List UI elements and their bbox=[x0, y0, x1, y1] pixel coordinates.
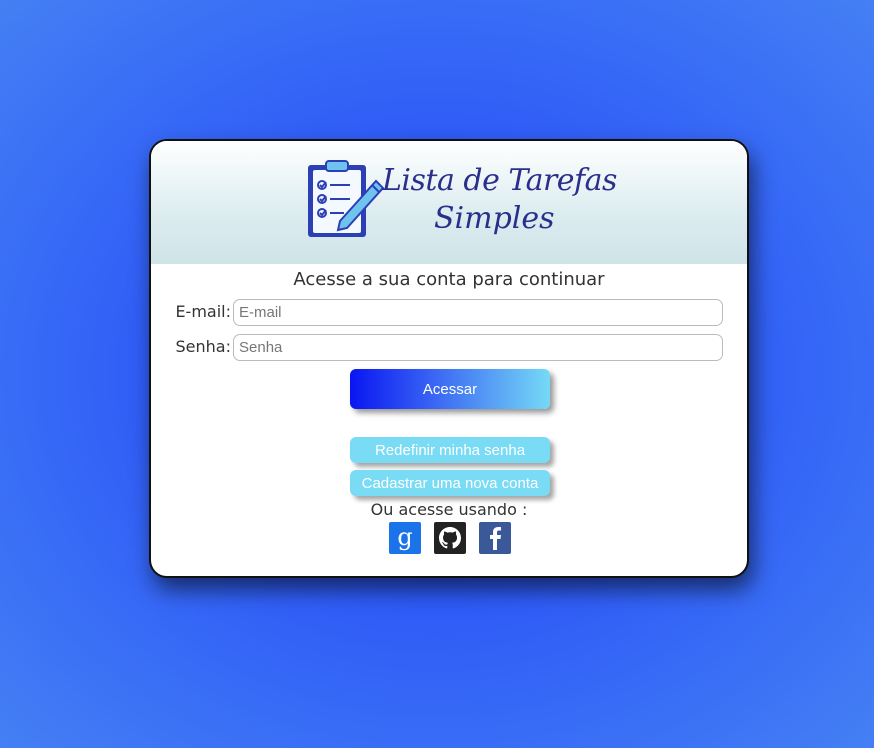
login-subtitle: Acesse a sua conta para continuar bbox=[293, 269, 605, 290]
google-icon: g bbox=[397, 525, 412, 551]
card-header: Lista de Tarefas Simples bbox=[151, 141, 747, 264]
reset-password-button[interactable]: Redefinir minha senha bbox=[350, 437, 550, 463]
github-login-button[interactable] bbox=[434, 522, 466, 554]
logo-title-line2: Simples bbox=[434, 201, 555, 236]
facebook-icon bbox=[490, 527, 501, 550]
app-logo: Lista de Tarefas Simples bbox=[306, 159, 617, 245]
email-row: E-mail: bbox=[173, 299, 723, 327]
email-label: E-mail: bbox=[175, 302, 231, 321]
logo-title-line1: Lista de Tarefas bbox=[382, 163, 617, 198]
clipboard-checklist-icon bbox=[308, 160, 385, 237]
login-card: Lista de Tarefas Simples Acesse a sua co… bbox=[149, 139, 749, 578]
register-button[interactable]: Cadastrar uma nova conta bbox=[350, 470, 550, 496]
svg-text:g: g bbox=[397, 525, 412, 551]
password-label: Senha: bbox=[175, 337, 231, 356]
password-field[interactable] bbox=[233, 334, 723, 361]
facebook-login-button[interactable] bbox=[479, 522, 511, 554]
google-login-button[interactable]: g bbox=[389, 522, 421, 554]
login-button[interactable]: Acessar bbox=[350, 369, 550, 409]
social-login-label: Ou acesse usando : bbox=[370, 500, 528, 519]
password-row: Senha: bbox=[173, 334, 723, 362]
github-icon bbox=[439, 527, 461, 549]
email-field[interactable] bbox=[233, 299, 723, 326]
